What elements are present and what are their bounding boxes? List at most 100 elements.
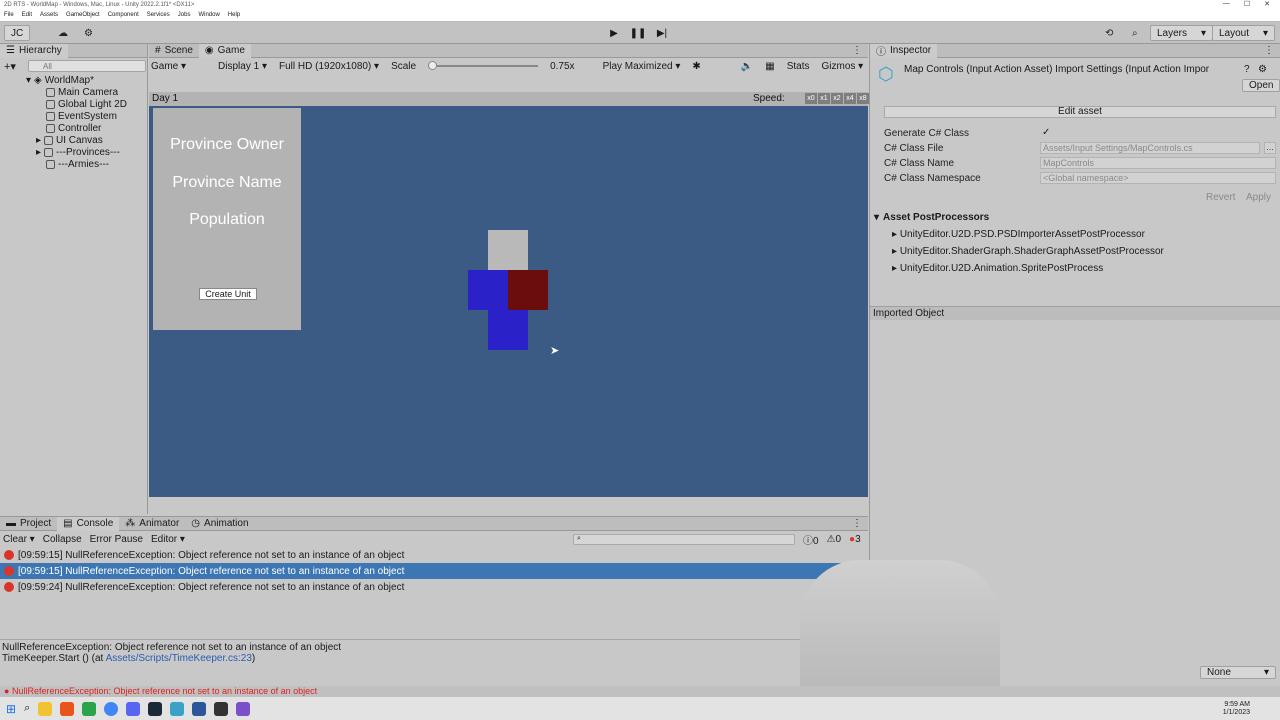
close-icon[interactable]: ✕ xyxy=(1264,0,1270,8)
menu-edit[interactable]: Edit xyxy=(22,12,32,19)
log-row-selected[interactable]: [09:59:15] NullReferenceException: Objec… xyxy=(0,563,850,579)
display-dropdown[interactable]: Display 1 ▾ xyxy=(218,61,267,72)
menu-file[interactable]: File xyxy=(4,12,14,19)
speed-x2-button[interactable]: x2 xyxy=(831,93,843,104)
visual-studio-icon[interactable] xyxy=(236,701,251,716)
hierarchy-item[interactable]: EventSystem xyxy=(46,110,146,122)
layout-dropdown[interactable]: Layout ▾ xyxy=(1212,25,1276,41)
list-item[interactable]: ▸ UnityEditor.U2D.Animation.SpritePostPr… xyxy=(892,263,1103,274)
hierarchy-item[interactable]: Global Light 2D xyxy=(46,98,146,110)
hierarchy-item[interactable]: Controller xyxy=(46,122,146,134)
generate-class-checkbox[interactable]: ✓ xyxy=(1042,127,1050,138)
chevron-right-icon[interactable]: ▸ xyxy=(36,135,41,146)
hierarchy-item[interactable]: ---Armies--- xyxy=(46,158,146,170)
stats-button[interactable]: Stats xyxy=(787,61,810,72)
tab-animator[interactable]: ⁂ Animator xyxy=(119,517,185,531)
menu-services[interactable]: Services xyxy=(147,12,170,19)
chrome-icon[interactable] xyxy=(104,701,119,716)
minimize-icon[interactable]: — xyxy=(1223,0,1230,8)
step-icon[interactable]: ▶| xyxy=(652,25,672,41)
hierarchy-item[interactable]: ▸ UI Canvas xyxy=(36,134,146,146)
collab-icon[interactable]: ⚙ xyxy=(84,26,93,40)
hierarchy-search-input[interactable] xyxy=(28,60,146,72)
cloud-icon[interactable]: ☁ xyxy=(58,26,68,40)
resolution-dropdown[interactable]: Full HD (1920x1080) ▾ xyxy=(279,61,379,72)
stack-frame-link[interactable]: Assets/Scripts/TimeKeeper.cs:23 xyxy=(106,653,252,664)
error-pause-button[interactable]: Error Pause xyxy=(90,534,143,545)
game-mode-dropdown[interactable]: Game ▾ xyxy=(151,61,186,72)
class-namespace-field[interactable]: <Global namespace> xyxy=(1040,172,1276,184)
asset-label-dropdown[interactable]: None ▾ xyxy=(1200,666,1276,679)
class-file-field[interactable]: Assets/Input Settings/MapControls.cs xyxy=(1040,142,1260,154)
mute-icon[interactable]: 🔈 xyxy=(741,61,753,72)
layers-dropdown[interactable]: Layers ▾ xyxy=(1150,25,1214,41)
word-icon[interactable] xyxy=(192,701,207,716)
edit-asset-button[interactable]: Edit asset xyxy=(884,106,1276,118)
pause-icon[interactable]: ❚❚ xyxy=(628,25,648,41)
search-icon[interactable]: ⌕ xyxy=(24,702,30,715)
console-search-input[interactable]: ⌕ xyxy=(572,533,795,545)
menu-window[interactable]: Window xyxy=(198,12,219,19)
collapse-button[interactable]: Collapse xyxy=(43,534,82,545)
app-icon[interactable] xyxy=(170,701,185,716)
slider-handle[interactable] xyxy=(428,61,438,70)
app-icon[interactable] xyxy=(60,701,75,716)
start-icon[interactable]: ⊞ xyxy=(6,702,16,716)
menu-gameobject[interactable]: GameObject xyxy=(66,12,100,19)
app-icon[interactable] xyxy=(82,701,97,716)
menu-assets[interactable]: Assets xyxy=(40,12,58,19)
hierarchy-item[interactable]: Main Camera xyxy=(46,86,146,98)
province-tile[interactable] xyxy=(508,270,548,310)
clear-dropdown[interactable]: Clear ▾ xyxy=(3,534,35,545)
chevron-right-icon[interactable]: ▸ xyxy=(36,147,41,158)
province-tile[interactable] xyxy=(488,230,528,270)
system-clock[interactable]: 9:59 AM 1/1/2023 xyxy=(1223,701,1280,717)
bug-icon[interactable]: ✱ xyxy=(692,61,700,72)
open-button[interactable]: Open xyxy=(1242,79,1280,92)
revert-button[interactable]: Revert xyxy=(1206,192,1235,203)
history-icon[interactable]: ⟲ xyxy=(1105,26,1113,40)
speed-x0-button[interactable]: x0 xyxy=(805,93,817,104)
more-options-icon[interactable]: ⋮ xyxy=(852,45,868,56)
game-render-area[interactable]: Day 1 Speed: x0 x1 x2 x4 x8 Province Own… xyxy=(149,92,869,497)
account-dropdown[interactable]: JC xyxy=(4,25,31,41)
province-tile[interactable] xyxy=(468,270,508,310)
scale-slider[interactable] xyxy=(428,61,539,70)
hierarchy-item[interactable]: ▸ ---Provinces--- xyxy=(36,146,146,158)
keyboard-icon[interactable]: ▦ xyxy=(765,61,774,72)
speed-x8-button[interactable]: x8 xyxy=(857,93,869,104)
more-options-icon[interactable]: ⋮ xyxy=(852,518,868,529)
unity-icon[interactable] xyxy=(214,701,229,716)
search-icon[interactable]: ⌕ xyxy=(1132,26,1138,40)
log-row[interactable]: [09:59:24] NullReferenceException: Objec… xyxy=(0,579,850,595)
gizmos-dropdown[interactable]: Gizmos ▾ xyxy=(822,61,864,72)
menu-component[interactable]: Component xyxy=(108,12,139,19)
tab-hierarchy[interactable]: ☰ Hierarchy xyxy=(0,43,68,58)
settings-icon[interactable]: ⚙ xyxy=(1258,64,1267,75)
tab-animation[interactable]: ◷ Animation xyxy=(185,517,254,531)
browse-icon[interactable]: … xyxy=(1264,142,1276,154)
add-icon[interactable]: +▾ xyxy=(4,60,16,73)
warning-count-badge[interactable]: ⚠0 xyxy=(827,534,842,545)
play-icon[interactable]: ▶ xyxy=(604,25,624,41)
list-item[interactable]: ▸ UnityEditor.U2D.PSD.PSDImporterAssetPo… xyxy=(892,229,1145,240)
log-count-badge[interactable]: ⓘ0 xyxy=(803,532,819,547)
lock-icon[interactable]: ⋮ xyxy=(1264,45,1280,56)
tab-game[interactable]: ◉ Game xyxy=(198,43,251,58)
apply-button[interactable]: Apply xyxy=(1246,192,1271,203)
log-row[interactable]: [09:59:15] NullReferenceException: Objec… xyxy=(0,547,850,563)
file-explorer-icon[interactable] xyxy=(38,701,53,716)
speed-x1-button[interactable]: x1 xyxy=(818,93,830,104)
editor-dropdown[interactable]: Editor ▾ xyxy=(151,534,185,545)
chevron-down-icon[interactable]: ▾ xyxy=(26,75,31,86)
tab-inspector[interactable]: ⓘ Inspector xyxy=(870,43,938,58)
help-icon[interactable]: ? xyxy=(1244,64,1250,75)
list-item[interactable]: ▸ UnityEditor.ShaderGraph.ShaderGraphAss… xyxy=(892,246,1164,257)
hierarchy-root[interactable]: ▾ ◈ WorldMap* xyxy=(26,74,146,86)
speed-x4-button[interactable]: x4 xyxy=(844,93,856,104)
class-name-field[interactable]: MapControls xyxy=(1040,157,1276,169)
status-bar[interactable]: ● NullReferenceException: Object referen… xyxy=(0,686,1280,697)
steam-icon[interactable] xyxy=(148,701,163,716)
postprocessors-header[interactable]: ▾ Asset PostProcessors xyxy=(870,210,1280,224)
tab-project[interactable]: ▬ Project xyxy=(0,517,57,531)
